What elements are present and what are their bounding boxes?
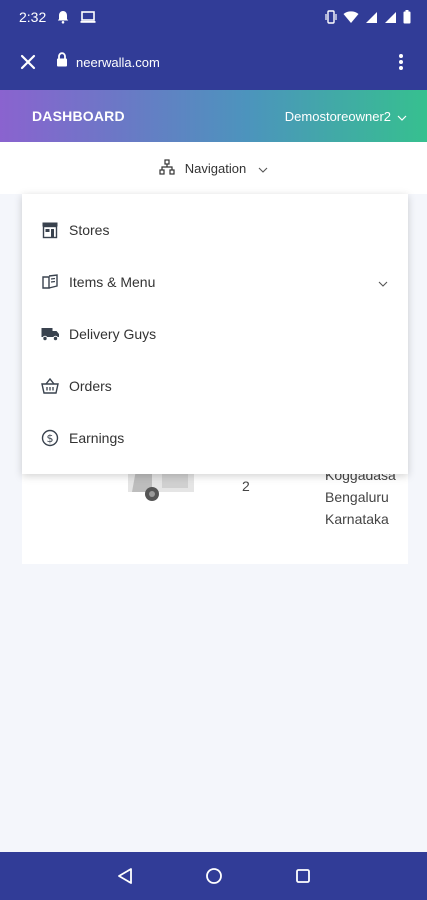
sitemap-icon	[159, 158, 175, 178]
menu-item-label: Items & Menu	[69, 274, 156, 290]
menu-item-label: Delivery Guys	[69, 326, 157, 342]
chevron-down-icon[interactable]	[378, 274, 388, 290]
truck-icon	[40, 324, 60, 344]
dashboard-header: DASHBOARD Demostoreowner2	[0, 90, 427, 142]
user-name: Demostoreowner2	[284, 108, 391, 124]
page-title[interactable]: DASHBOARD	[32, 108, 125, 124]
menu-item-items-menu[interactable]: Items & Menu	[22, 256, 408, 308]
store-image	[122, 470, 198, 504]
menu-book-icon	[40, 272, 60, 292]
signal-icon	[365, 11, 378, 24]
svg-text:$: $	[47, 432, 54, 445]
basket-icon	[40, 376, 60, 396]
store-icon	[40, 220, 60, 240]
recents-icon[interactable]	[285, 858, 321, 894]
user-menu[interactable]: Demostoreowner2	[285, 109, 407, 124]
menu-item-earnings[interactable]: $ Earnings	[22, 412, 408, 464]
lock-icon	[56, 52, 68, 72]
system-nav-bar	[0, 852, 427, 900]
menu-item-label: Orders	[69, 378, 112, 394]
back-icon[interactable]	[107, 858, 143, 894]
menu-item-stores[interactable]: Stores	[22, 204, 408, 256]
store-card: 2 Koggadasa Bengaluru Karnataka	[22, 467, 408, 564]
chevron-down-icon	[397, 109, 407, 124]
menu-item-orders[interactable]: Orders	[22, 360, 408, 412]
chevron-down-icon	[258, 161, 268, 176]
home-icon[interactable]	[196, 858, 232, 894]
bell-icon	[56, 10, 70, 24]
browser-toolbar: neerwalla.com	[0, 34, 427, 90]
wifi-icon	[343, 10, 359, 24]
status-time: 2:32	[19, 9, 47, 25]
navigation-dropdown: Stores Items & Menu Delivery Guys Orders…	[22, 194, 408, 474]
store-count: 2	[242, 478, 250, 494]
navigation-toggle[interactable]: Navigation	[0, 142, 427, 194]
laptop-icon	[80, 10, 96, 24]
close-icon[interactable]	[16, 50, 40, 74]
status-bar: 2:32	[0, 0, 427, 34]
menu-item-delivery-guys[interactable]: Delivery Guys	[22, 308, 408, 360]
battery-icon	[403, 10, 411, 24]
address-line: Bengaluru	[325, 489, 389, 505]
more-vert-icon[interactable]	[391, 50, 411, 74]
url-domain[interactable]: neerwalla.com	[76, 55, 160, 70]
menu-item-label: Stores	[69, 222, 110, 238]
signal-icon	[384, 11, 397, 24]
navigation-label: Navigation	[184, 160, 247, 176]
menu-item-label: Earnings	[69, 430, 125, 446]
address-line: Karnataka	[325, 511, 389, 527]
dollar-circle-icon: $	[40, 428, 60, 448]
vibrate-icon	[325, 10, 337, 24]
